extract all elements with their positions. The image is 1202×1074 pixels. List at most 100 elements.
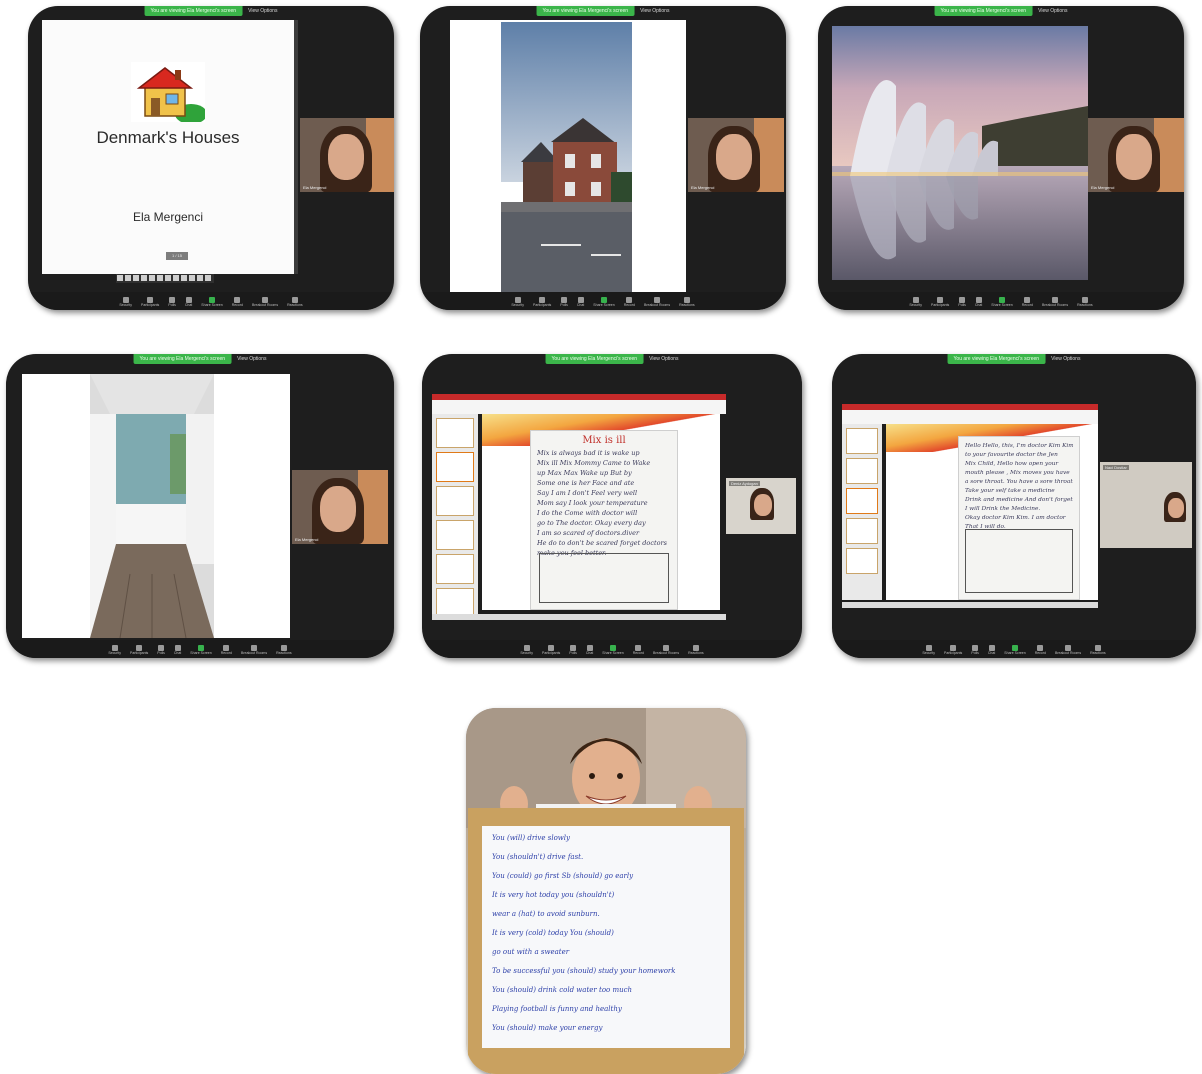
participant-name: Ela Mergenci — [691, 185, 715, 190]
breakout-rooms-button[interactable]: Breakout Rooms — [644, 296, 670, 308]
handwritten-line: I am so scared of doctors.diver — [537, 529, 640, 537]
participant-video[interactable]: Deniz Aydogan — [726, 478, 796, 534]
slide-counter-button[interactable]: 1 / 15 — [166, 252, 188, 260]
whiteboard-line: You (could) go first Sb (should) go earl… — [492, 872, 634, 880]
participants-button[interactable]: Participants — [931, 296, 949, 308]
slide-thumbnail[interactable] — [436, 452, 474, 482]
powerpoint-statusbar — [842, 602, 1098, 608]
participants-button[interactable]: Participants — [944, 644, 962, 656]
participants-button[interactable]: Participants — [533, 296, 551, 308]
reactions-button[interactable]: Reactions — [276, 644, 292, 656]
share-screen-button[interactable]: Share Screen — [201, 296, 223, 308]
share-screen-button[interactable]: Share Screen — [190, 644, 212, 656]
polls-button[interactable]: Polls — [958, 296, 966, 308]
polls-button[interactable]: Polls — [569, 644, 577, 656]
slide-thumbnail[interactable] — [436, 554, 474, 584]
chat-button[interactable]: Chat — [185, 296, 192, 308]
share-banner: You are viewing Ela Mergenci's screen Vi… — [947, 354, 1080, 364]
street-house-photo — [501, 22, 632, 292]
participant-name: Ela Mergenci — [295, 537, 319, 542]
polls-button[interactable]: Polls — [168, 296, 176, 308]
polls-button[interactable]: Polls — [560, 296, 568, 308]
breakout-rooms-button[interactable]: Breakout Rooms — [241, 644, 267, 656]
reactions-button[interactable]: Reactions — [287, 296, 303, 308]
share-screen-button[interactable]: Share Screen — [593, 296, 615, 308]
security-button[interactable]: Security — [922, 644, 935, 656]
slide-thumbnail[interactable] — [846, 458, 878, 484]
chat-button[interactable]: Chat — [988, 644, 995, 656]
zoom-window-kitchen-photo: You are viewing Ela Mergenci's screen Vi… — [6, 354, 394, 658]
breakout-rooms-button[interactable]: Breakout Rooms — [653, 644, 679, 656]
handwritten-line: Mom say I look your temperature — [537, 499, 648, 507]
record-button[interactable]: Record — [633, 644, 644, 656]
whiteboard-line: It is very (cold) today You (should) — [492, 929, 614, 937]
security-button[interactable]: Security — [119, 296, 132, 308]
participants-button[interactable]: Participants — [130, 644, 148, 656]
share-screen-button[interactable]: Share Screen — [602, 644, 624, 656]
view-options-button[interactable]: View Options — [640, 8, 669, 14]
view-options-button[interactable]: View Options — [248, 8, 277, 14]
chat-button[interactable]: Chat — [174, 644, 181, 656]
participant-video[interactable]: Ela Mergenci — [292, 470, 388, 544]
reactions-button[interactable]: Reactions — [679, 296, 695, 308]
breakout-rooms-button[interactable]: Breakout Rooms — [252, 296, 278, 308]
meeting-toolbar: Security Participants Polls Chat Share S… — [6, 640, 394, 658]
record-button[interactable]: Record — [1022, 296, 1033, 308]
record-button[interactable]: Record — [624, 296, 635, 308]
slide-thumbnail[interactable] — [846, 548, 878, 574]
breakout-rooms-button[interactable]: Breakout Rooms — [1042, 296, 1068, 308]
share-screen-button[interactable]: Share Screen — [1004, 644, 1026, 656]
security-button[interactable]: Security — [511, 296, 524, 308]
meeting-toolbar: Security Participants Polls Chat Share S… — [420, 292, 786, 310]
participant-video[interactable]: Ela Mergenci — [300, 118, 394, 192]
participants-button[interactable]: Participants — [542, 644, 560, 656]
handwritten-page: Hello Hello, this, I'm doctor Kim Kim to … — [958, 436, 1080, 600]
polls-button[interactable]: Polls — [157, 644, 165, 656]
slide-thumbnail[interactable] — [436, 520, 474, 550]
whiteboard-photo: You (will) drive slowly You (shouldn't) d… — [466, 708, 746, 1074]
record-button[interactable]: Record — [1035, 644, 1046, 656]
reactions-button[interactable]: Reactions — [1090, 644, 1106, 656]
powerpoint-ribbon[interactable] — [842, 404, 1098, 424]
view-options-button[interactable]: View Options — [237, 356, 266, 362]
view-options-button[interactable]: View Options — [649, 356, 678, 362]
participant-video[interactable]: Ela Mergenci — [688, 118, 784, 192]
share-screen-button[interactable]: Share Screen — [991, 296, 1013, 308]
slide-thumbnail[interactable] — [436, 486, 474, 516]
view-options-button[interactable]: View Options — [1038, 8, 1067, 14]
participants-button[interactable]: Participants — [141, 296, 159, 308]
polls-button[interactable]: Polls — [971, 644, 979, 656]
view-options-button[interactable]: View Options — [1051, 356, 1080, 362]
security-button[interactable]: Security — [520, 644, 533, 656]
handwritten-line: Drink and medicine And don't forget — [965, 497, 1073, 503]
share-status: You are viewing Ela Mergenci's screen — [133, 354, 232, 364]
meeting-toolbar: Security Participants Polls Chat Share S… — [832, 640, 1196, 658]
slide-thumbnail[interactable] — [436, 418, 474, 448]
participant-video[interactable]: Naci Dostlar — [1100, 462, 1192, 548]
record-button[interactable]: Record — [221, 644, 232, 656]
slide-thumbnail-strip[interactable] — [116, 274, 214, 283]
slide-thumbnail[interactable] — [846, 428, 878, 454]
share-banner: You are viewing Ela Mergenci's screen Vi… — [133, 354, 266, 364]
share-banner: You are viewing Ela Mergenci's screen Vi… — [934, 6, 1067, 16]
kitchen-photo — [90, 374, 214, 638]
security-button[interactable]: Security — [108, 644, 121, 656]
breakout-rooms-button[interactable]: Breakout Rooms — [1055, 644, 1081, 656]
chat-button[interactable]: Chat — [975, 296, 982, 308]
security-button[interactable]: Security — [909, 296, 922, 308]
slide-thumbnail[interactable] — [846, 518, 878, 544]
chat-button[interactable]: Chat — [577, 296, 584, 308]
participant-name: Ela Mergenci — [1091, 185, 1115, 190]
powerpoint-ribbon[interactable] — [432, 394, 726, 414]
participant-video[interactable]: Ela Mergenci — [1088, 118, 1184, 192]
handwritten-line: He do to don't be scared forget doctors — [537, 539, 667, 547]
handwritten-line: mouth please , Mix moves you have — [965, 470, 1070, 476]
slide-thumbnail-pane — [842, 424, 882, 600]
zoom-window-slide-title: You are viewing Ela Mergenci's screen Vi… — [28, 6, 394, 310]
whiteboard-line: You (should) make your energy — [492, 1024, 603, 1032]
chat-button[interactable]: Chat — [586, 644, 593, 656]
record-button[interactable]: Record — [232, 296, 243, 308]
reactions-button[interactable]: Reactions — [688, 644, 704, 656]
reactions-button[interactable]: Reactions — [1077, 296, 1093, 308]
slide-thumbnail[interactable] — [846, 488, 878, 514]
